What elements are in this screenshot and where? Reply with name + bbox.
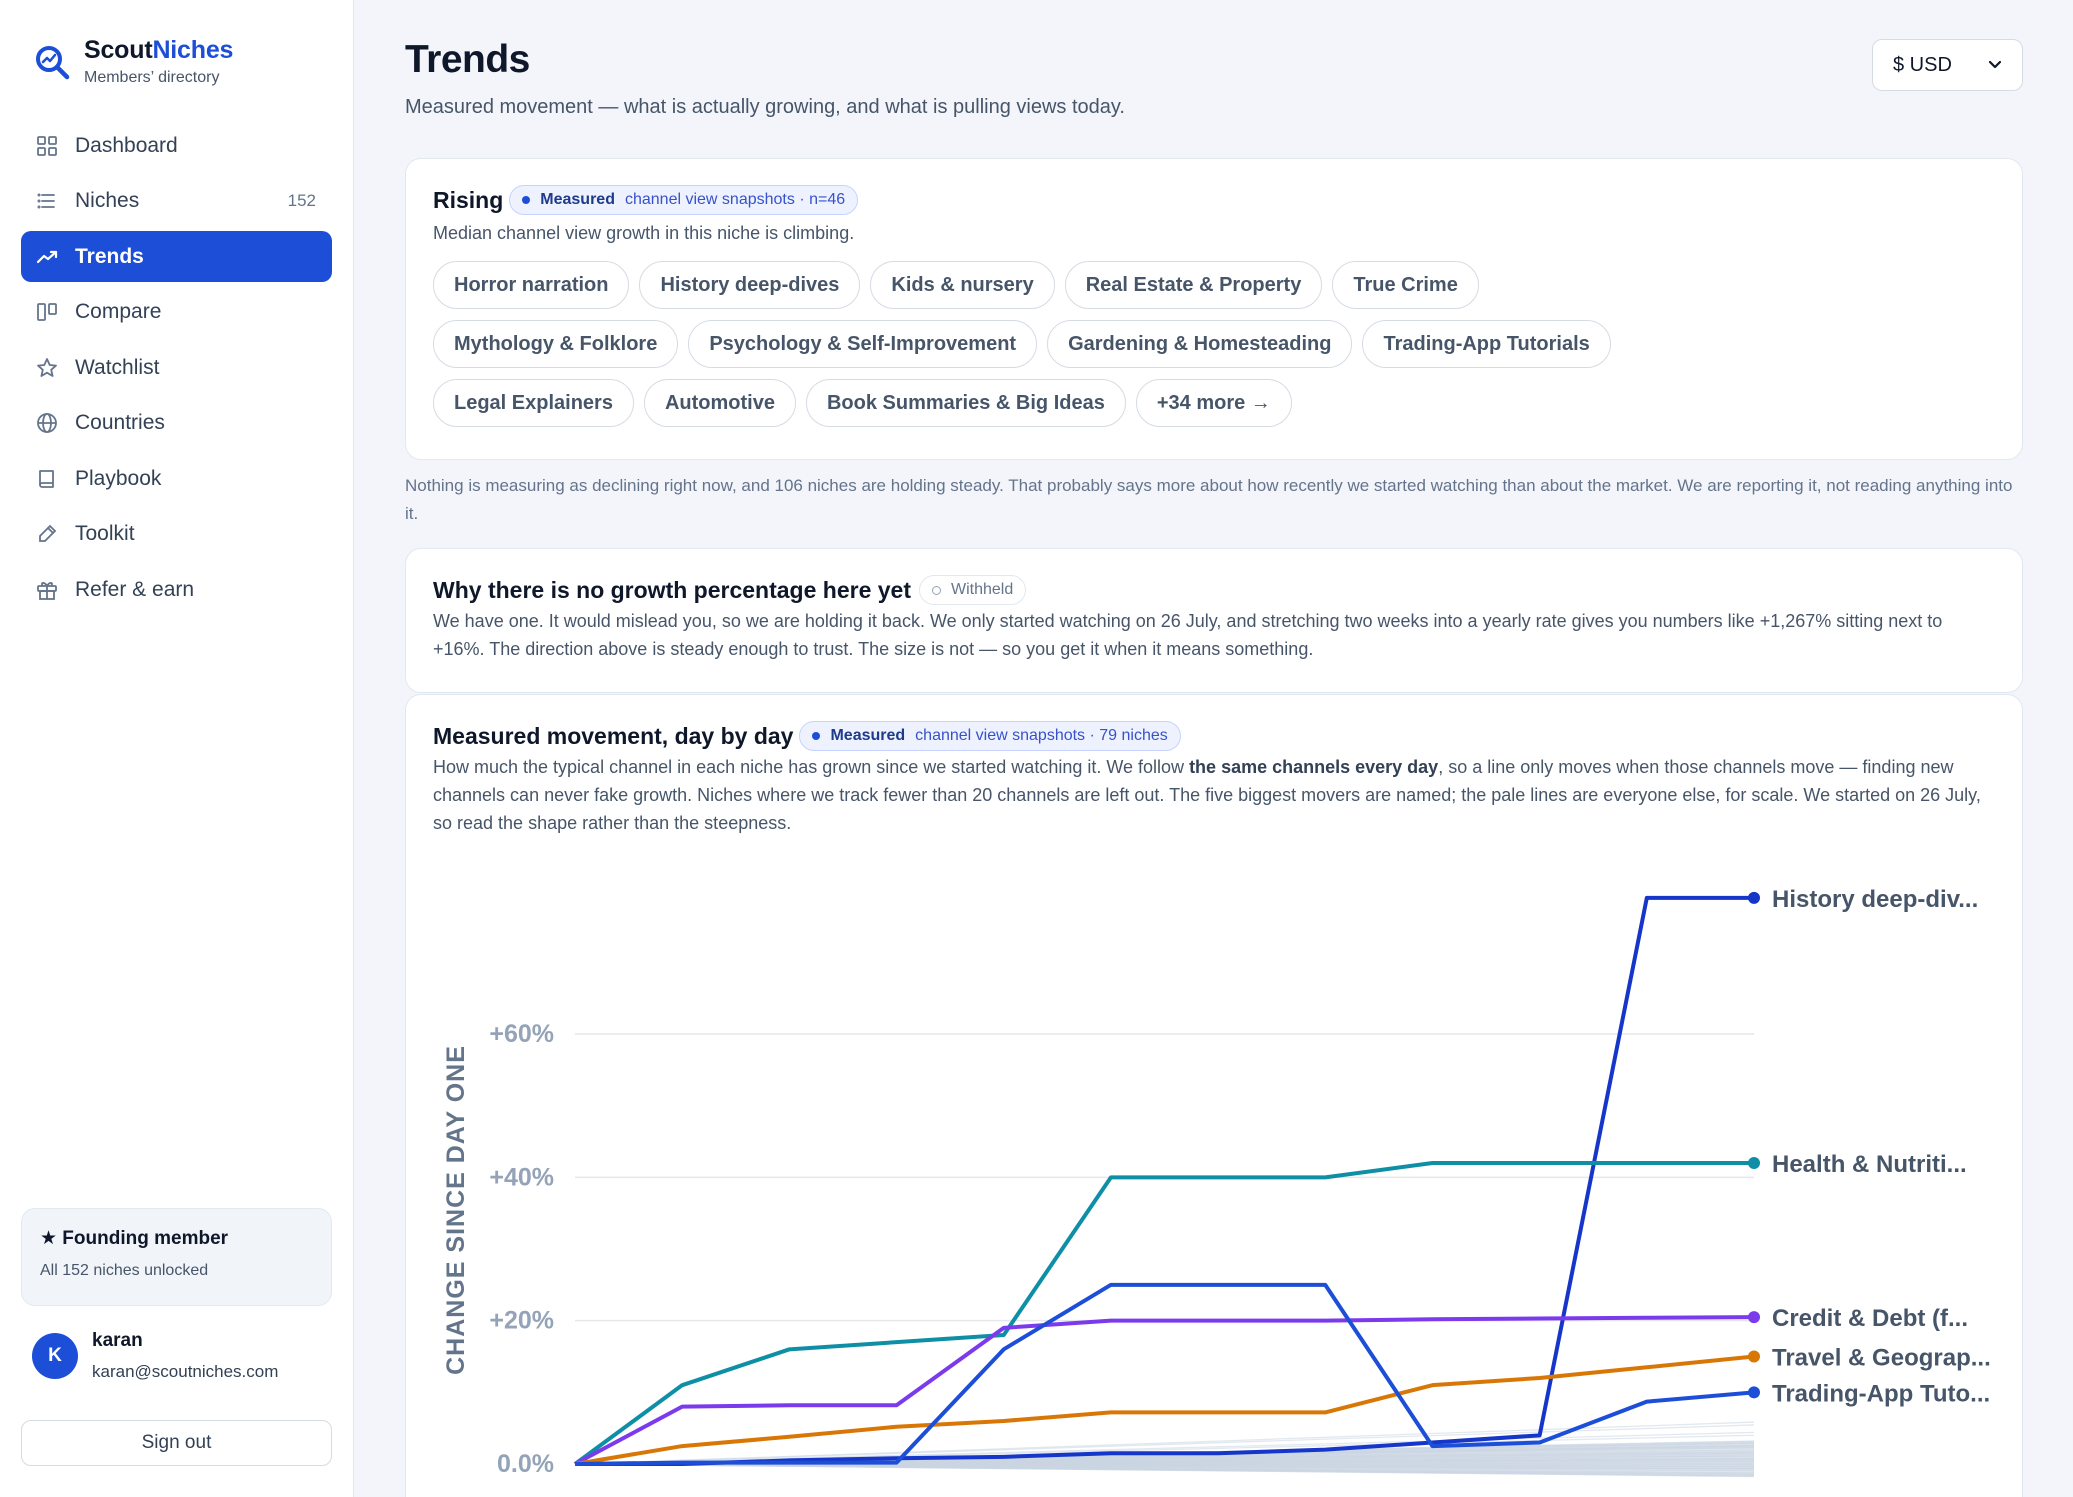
niche-chip[interactable]: Trading-App Tutorials bbox=[1362, 320, 1611, 368]
movement-description: How much the typical channel in each nic… bbox=[433, 757, 1981, 833]
page-subtitle: Measured movement — what is actually gro… bbox=[405, 96, 1125, 118]
niche-chip[interactable]: Kids & nursery bbox=[870, 261, 1055, 309]
badge-detail: channel view snapshots · 79 niches bbox=[915, 727, 1168, 744]
currency-select[interactable]: $ USD bbox=[1872, 39, 2023, 91]
niche-chip[interactable]: Psychology & Self-Improvement bbox=[688, 320, 1038, 368]
sidebar-nav: Dashboard Niches 152 Trends Compare Watchlist… bbox=[21, 120, 332, 620]
sidebar: ScoutNiches Members’ directory Dashboard… bbox=[0, 0, 354, 1497]
rising-card: Rising Measured channel view snapshots ·… bbox=[405, 158, 2023, 460]
niche-chip[interactable]: Mythology & Folklore bbox=[433, 320, 679, 368]
badge-label: Measured bbox=[830, 727, 906, 744]
badge-detail: channel view snapshots · n=46 bbox=[624, 191, 846, 208]
more-niches-chip[interactable]: +34 more → bbox=[1135, 379, 1292, 427]
sidebar-item-label: Compare bbox=[75, 300, 162, 323]
status-dot-icon bbox=[812, 732, 821, 740]
founding-member-card: ★ Founding member All 152 niches unlocke… bbox=[21, 1208, 332, 1306]
user-profile[interactable]: K karan karan@scoutniches.com bbox=[32, 1330, 278, 1382]
movement-card: Measured movement, day by day Measured c… bbox=[405, 694, 2023, 1497]
grid-icon bbox=[35, 134, 59, 158]
user-name: karan bbox=[92, 1330, 143, 1351]
withheld-card: Why there is no growth percentage here y… bbox=[405, 548, 2023, 693]
star-icon bbox=[35, 356, 59, 380]
niche-chip[interactable]: History deep-dives bbox=[639, 261, 861, 309]
withheld-text: We have one. It would mislead you, so we… bbox=[433, 611, 1943, 659]
founding-title: ★ Founding member bbox=[40, 1228, 229, 1249]
list-icon bbox=[35, 189, 59, 213]
measured-badge: Measured channel view snapshots · n=46 bbox=[509, 185, 859, 215]
niche-chip[interactable]: Book Summaries & Big Ideas bbox=[805, 379, 1126, 427]
status-dot-icon bbox=[522, 196, 531, 204]
movement-title: Measured movement, day by day bbox=[433, 722, 794, 749]
sidebar-item-label: Watchlist bbox=[75, 355, 160, 379]
columns-icon bbox=[35, 300, 59, 324]
niche-chip[interactable]: Legal Explainers bbox=[433, 379, 634, 427]
sidebar-item-label: Toolkit bbox=[75, 522, 135, 545]
main-content: Trends Measured movement — what is actua… bbox=[354, 0, 2073, 1497]
magnifier-logo-icon bbox=[36, 46, 70, 80]
sidebar-item-label: Refer & earn bbox=[75, 577, 195, 601]
sidebar-item-label: Dashboard bbox=[75, 133, 178, 157]
sidebar-item-playbook[interactable]: Playbook bbox=[21, 453, 332, 504]
brand-subtitle: Members’ directory bbox=[84, 69, 220, 86]
ring-icon bbox=[932, 585, 941, 595]
trend-icon bbox=[35, 245, 59, 269]
niche-chip[interactable]: Real Estate & Property bbox=[1064, 261, 1323, 309]
gift-icon bbox=[35, 578, 59, 602]
measured-badge: Measured channel view snapshots · 79 nic… bbox=[799, 721, 1181, 751]
sidebar-item-label: Trends bbox=[75, 244, 144, 268]
sidebar-item-toolkit[interactable]: Toolkit bbox=[21, 509, 332, 560]
rising-niche-chips: Horror narration History deep-dives Kids &… bbox=[433, 261, 1733, 438]
tool-icon bbox=[35, 522, 59, 546]
sidebar-item-label: Niches bbox=[75, 189, 140, 212]
founding-subtitle: All 152 niches unlocked bbox=[40, 1262, 209, 1279]
sidebar-item-label: Playbook bbox=[75, 466, 162, 490]
globe-icon bbox=[35, 411, 59, 435]
user-email: karan@scoutniches.com bbox=[92, 1362, 279, 1381]
withheld-badge: Withheld bbox=[919, 575, 1027, 605]
sidebar-item-niches[interactable]: Niches 152 bbox=[21, 176, 332, 227]
avatar: K bbox=[32, 1333, 78, 1379]
brand-name: ScoutNiches bbox=[84, 36, 234, 64]
niche-chip[interactable]: Horror narration bbox=[433, 261, 630, 309]
currency-value: $ USD bbox=[1893, 53, 1952, 76]
sidebar-item-trends[interactable]: Trends bbox=[21, 231, 332, 282]
sidebar-item-compare[interactable]: Compare bbox=[21, 287, 332, 338]
niche-count-badge: 152 bbox=[287, 191, 316, 210]
sidebar-item-refer-earn[interactable]: Refer & earn bbox=[21, 564, 332, 615]
niche-chip[interactable]: Gardening & Homesteading bbox=[1047, 320, 1353, 368]
brand[interactable]: ScoutNiches Members’ directory bbox=[34, 36, 233, 87]
withheld-badge-label: Withheld bbox=[951, 581, 1014, 598]
sign-out-button[interactable]: Sign out bbox=[21, 1420, 332, 1466]
rising-description: Median channel view growth in this niche… bbox=[433, 223, 855, 243]
badge-label: Measured bbox=[540, 191, 615, 208]
rising-title: Rising bbox=[433, 186, 504, 213]
niche-chip[interactable]: True Crime bbox=[1332, 261, 1479, 309]
book-icon bbox=[35, 467, 59, 491]
sidebar-item-dashboard[interactable]: Dashboard bbox=[21, 120, 332, 171]
sidebar-item-label: Countries bbox=[75, 411, 165, 434]
sidebar-item-watchlist[interactable]: Watchlist bbox=[21, 342, 332, 393]
page-title: Trends bbox=[405, 38, 530, 81]
withheld-title: Why there is no growth percentage here y… bbox=[433, 576, 911, 603]
chevron-down-icon bbox=[1988, 60, 2002, 69]
niche-chip[interactable]: Automotive bbox=[643, 379, 796, 427]
steady-note: Nothing is measuring as declining right … bbox=[405, 476, 2013, 523]
sidebar-item-countries[interactable]: Countries bbox=[21, 398, 332, 449]
